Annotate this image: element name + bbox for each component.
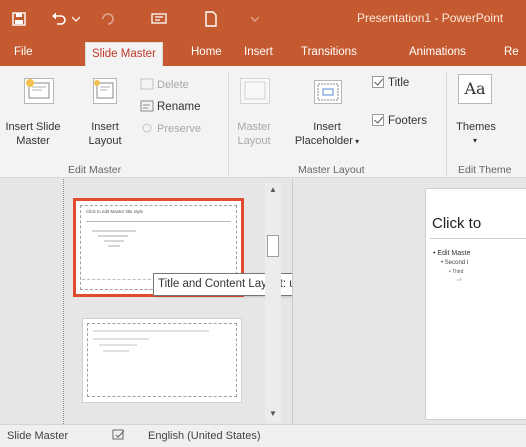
slide-bullet-2: • Second l [441,260,469,266]
tab-insert[interactable]: Insert [244,38,273,66]
ribbon-separator [228,72,229,176]
rename-button[interactable]: Rename [140,100,200,114]
slide-title-placeholder[interactable]: Click to [432,215,481,232]
insert-placeholder-label: Insert Placeholder [294,121,353,147]
status-view-label: Slide Master [7,430,69,442]
slide-title-rule [430,238,526,239]
edit-theme-group-label: Edit Theme [458,164,512,176]
delete-label: Delete [157,79,189,91]
master-layout-icon [240,78,270,104]
insert-placeholder-icon [314,80,342,104]
tab-file[interactable]: File [14,38,33,66]
customize-qat-icon[interactable] [248,0,262,38]
new-slide-icon[interactable] [200,0,222,38]
insert-placeholder-dropdown-icon: ▾ [352,137,360,146]
undo-icon[interactable] [48,0,70,38]
scroll-up-arrow-icon[interactable]: ▲ [265,183,281,197]
ribbon-separator [446,72,447,176]
footers-check-icon [372,114,384,126]
title-checkbox-label: Title [388,77,410,89]
thumbnail-content-lines [93,330,209,352]
spelling-check-icon[interactable] [112,429,126,444]
footers-checkbox-label: Footers [388,115,427,127]
title-bar: Presentation1 - PowerPoint [0,0,526,38]
status-language[interactable]: English (United States) [148,430,261,442]
tab-slide-master[interactable]: Slide Master [85,42,163,66]
tab-home[interactable]: Home [191,38,222,66]
ribbon-tabs: File Slide Master Home Insert Transition… [0,38,526,66]
thumbnail-title: Click to edit Master title style [86,209,144,214]
insert-layout-icon [93,78,117,104]
tab-transitions[interactable]: Transitions [301,38,357,66]
thumbnail-content-lines [92,230,136,247]
powerpoint-window: Presentation1 - PowerPoint File Slide Ma… [0,0,526,447]
themes-icon: Aa [458,74,492,104]
title-check-icon [372,76,384,88]
themes-button[interactable]: Themes [454,120,498,134]
delete-button[interactable]: Delete [140,78,189,92]
scroll-thumb[interactable] [267,235,279,257]
layout-connector-line [63,179,64,424]
tab-review[interactable]: Re [504,38,519,66]
insert-slide-master-icon [24,78,54,104]
master-layout-group-label: Master Layout [298,164,365,176]
save-icon[interactable] [8,0,30,38]
edit-master-group-label: Edit Master [68,164,122,176]
master-layout-button[interactable]: Master Layout [232,120,276,148]
rename-label: Rename [157,101,201,113]
themes-dropdown-icon[interactable]: ▾ [468,134,482,148]
undo-dropdown-icon[interactable] [70,0,82,38]
start-from-beginning-icon[interactable] [148,0,170,38]
insert-placeholder-button[interactable]: Insert Placeholder ▾ [284,120,370,149]
redo-icon[interactable] [98,0,118,38]
thumbnail-rule [86,221,231,222]
preserve-label: Preserve [157,123,202,135]
slide-bullet-4: • F [457,277,462,282]
status-bar: Slide Master English (United States) [0,424,526,447]
footers-checkbox[interactable]: Footers [372,114,427,128]
scroll-down-arrow-icon[interactable]: ▼ [265,407,281,421]
slide-bullet-3: • Third [449,269,464,275]
tab-animations[interactable]: Animations [409,38,466,66]
insert-slide-master-button[interactable]: Insert Slide Master [4,120,62,148]
thumbnail-scrollbar[interactable]: ▲ ▼ [265,183,281,423]
document-title: Presentation1 - PowerPoint [357,11,504,25]
title-checkbox[interactable]: Title [372,76,409,90]
insert-layout-button[interactable]: Insert Layout [86,120,124,148]
layout-thumbnail[interactable] [82,318,242,403]
preserve-button[interactable]: Preserve [140,122,201,136]
ribbon: Insert Slide Master Insert Layout Delete… [0,66,526,178]
slide-bullet-1: • Edit Maste [433,250,471,257]
